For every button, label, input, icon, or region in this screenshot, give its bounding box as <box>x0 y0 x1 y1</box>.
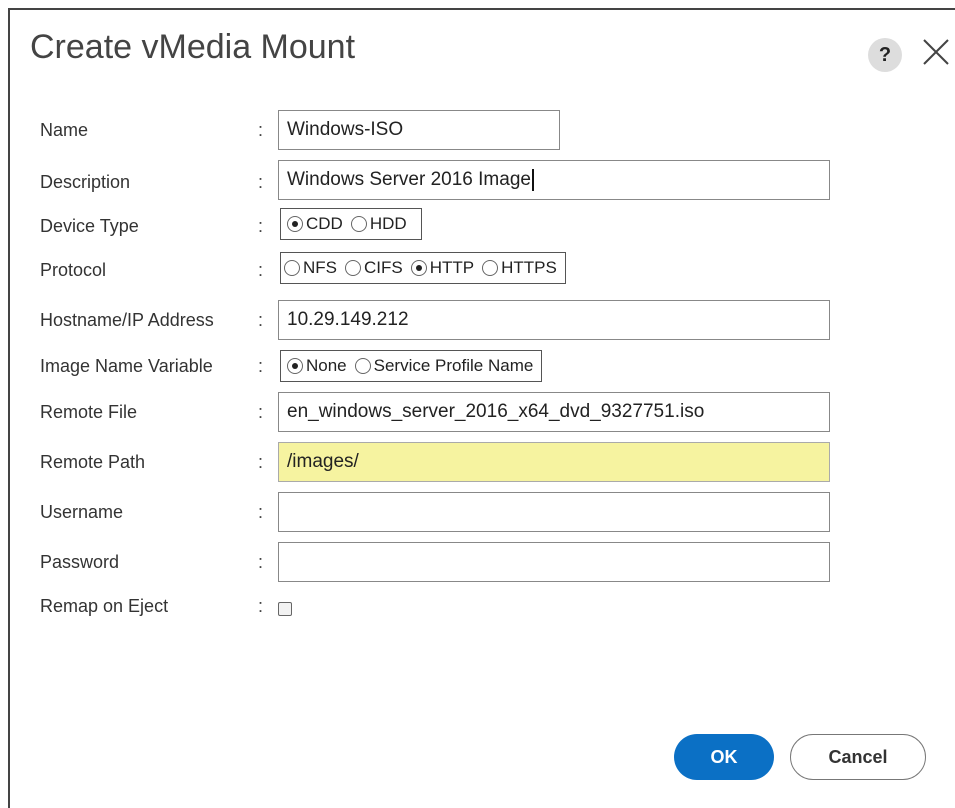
radio-icon[interactable] <box>482 260 499 276</box>
protocol-label: Protocol <box>40 260 107 280</box>
protocol-option-nfs[interactable]: NFS <box>284 258 337 278</box>
radio-icon[interactable] <box>350 216 367 232</box>
remote-file-field[interactable]: en_windows_server_2016_x64_dvd_9327751.i… <box>278 392 830 432</box>
protocol-option-http[interactable]: HTTP <box>410 258 474 278</box>
name-field[interactable]: Windows-ISO <box>278 110 560 150</box>
protocol-option-https[interactable]: HTTPS <box>482 258 557 278</box>
colon: : <box>258 402 264 422</box>
device-type-label: Device Type <box>40 216 139 236</box>
create-vmedia-mount-dialog: Create vMedia Mount ? Name : Windows-ISO… <box>8 8 955 808</box>
colon: : <box>258 356 264 376</box>
text-cursor <box>531 168 534 191</box>
image-name-variable-label: Image Name Variable <box>40 356 213 376</box>
description-field[interactable]: Windows Server 2016 Image <box>278 160 830 200</box>
colon: : <box>258 552 264 572</box>
close-icon[interactable] <box>916 32 952 72</box>
remote-file-label: Remote File <box>40 402 138 422</box>
radio-icon[interactable] <box>354 358 371 374</box>
username-label: Username <box>40 502 124 522</box>
password-field[interactable] <box>278 542 830 582</box>
remote-path-field[interactable]: /images/ <box>278 442 830 482</box>
description-value: Windows Server 2016 Image <box>287 169 531 190</box>
colon: : <box>258 452 264 472</box>
colon: : <box>258 260 264 280</box>
device-type-radio-group: CDD HDD <box>280 208 422 240</box>
remap-on-eject-checkbox[interactable] <box>278 602 292 616</box>
device-type-option-hdd[interactable]: HDD <box>350 214 407 234</box>
colon: : <box>258 120 264 140</box>
hostname-field[interactable]: 10.29.149.212 <box>278 300 830 340</box>
colon: : <box>258 596 264 616</box>
description-label: Description <box>40 172 131 192</box>
ok-button[interactable]: OK <box>674 734 774 780</box>
image-name-option-none[interactable]: None <box>287 356 347 376</box>
colon: : <box>258 310 264 330</box>
name-label: Name <box>40 120 89 140</box>
radio-selected-icon[interactable] <box>410 260 427 276</box>
remote-path-label: Remote Path <box>40 452 146 472</box>
username-field[interactable] <box>278 492 830 532</box>
radio-icon[interactable] <box>284 260 300 276</box>
dialog-title: Create vMedia Mount <box>30 28 356 66</box>
protocol-radio-group: NFS CIFS HTTP HTTPS <box>280 252 566 284</box>
radio-selected-icon[interactable] <box>287 358 303 374</box>
hostname-label: Hostname/IP Address <box>40 310 214 330</box>
colon: : <box>258 216 264 236</box>
password-label: Password <box>40 552 120 572</box>
radio-icon[interactable] <box>345 260 361 276</box>
colon: : <box>258 172 264 192</box>
cancel-button[interactable]: Cancel <box>790 734 926 780</box>
device-type-option-cdd[interactable]: CDD <box>287 214 343 234</box>
radio-selected-icon[interactable] <box>287 216 303 232</box>
protocol-option-cifs[interactable]: CIFS <box>345 258 403 278</box>
help-icon[interactable]: ? <box>868 38 902 72</box>
image-name-variable-radio-group: None Service Profile Name <box>280 350 543 382</box>
image-name-option-service-profile[interactable]: Service Profile Name <box>354 356 533 376</box>
remap-on-eject-label: Remap on Eject <box>40 596 169 616</box>
colon: : <box>258 502 264 522</box>
